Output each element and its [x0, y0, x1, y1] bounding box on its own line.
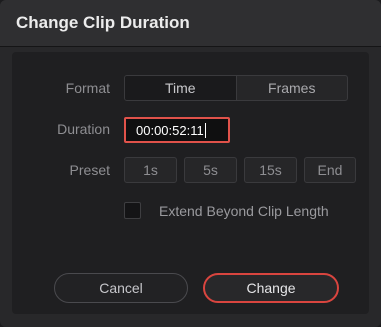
cancel-button[interactable]: Cancel	[54, 273, 188, 303]
format-option-time[interactable]: Time	[125, 76, 236, 100]
duration-value: 00:00:52:11	[136, 122, 204, 138]
extend-beyond-label[interactable]: Extend Beyond Clip Length	[159, 203, 329, 219]
duration-input[interactable]: 00:00:52:11	[124, 117, 230, 143]
preset-end-button[interactable]: End	[304, 157, 356, 183]
format-label: Format	[65, 80, 110, 96]
change-button[interactable]: Change	[203, 273, 339, 303]
dialog-title: Change Clip Duration	[16, 13, 190, 32]
preset-15s-button[interactable]: 15s	[244, 157, 297, 183]
preset-5s-button[interactable]: 5s	[184, 157, 237, 183]
preset-label: Preset	[69, 162, 110, 178]
format-segmented-control: Time Frames	[124, 75, 348, 101]
preset-1s-button[interactable]: 1s	[124, 157, 177, 183]
format-option-frames[interactable]: Frames	[235, 76, 348, 100]
text-caret	[204, 122, 206, 138]
dialog-titlebar: Change Clip Duration	[0, 0, 381, 47]
extend-beyond-checkbox[interactable]	[124, 202, 141, 219]
change-clip-duration-dialog: Change Clip Duration Format Time Frames …	[0, 0, 381, 327]
duration-label: Duration	[57, 121, 110, 137]
